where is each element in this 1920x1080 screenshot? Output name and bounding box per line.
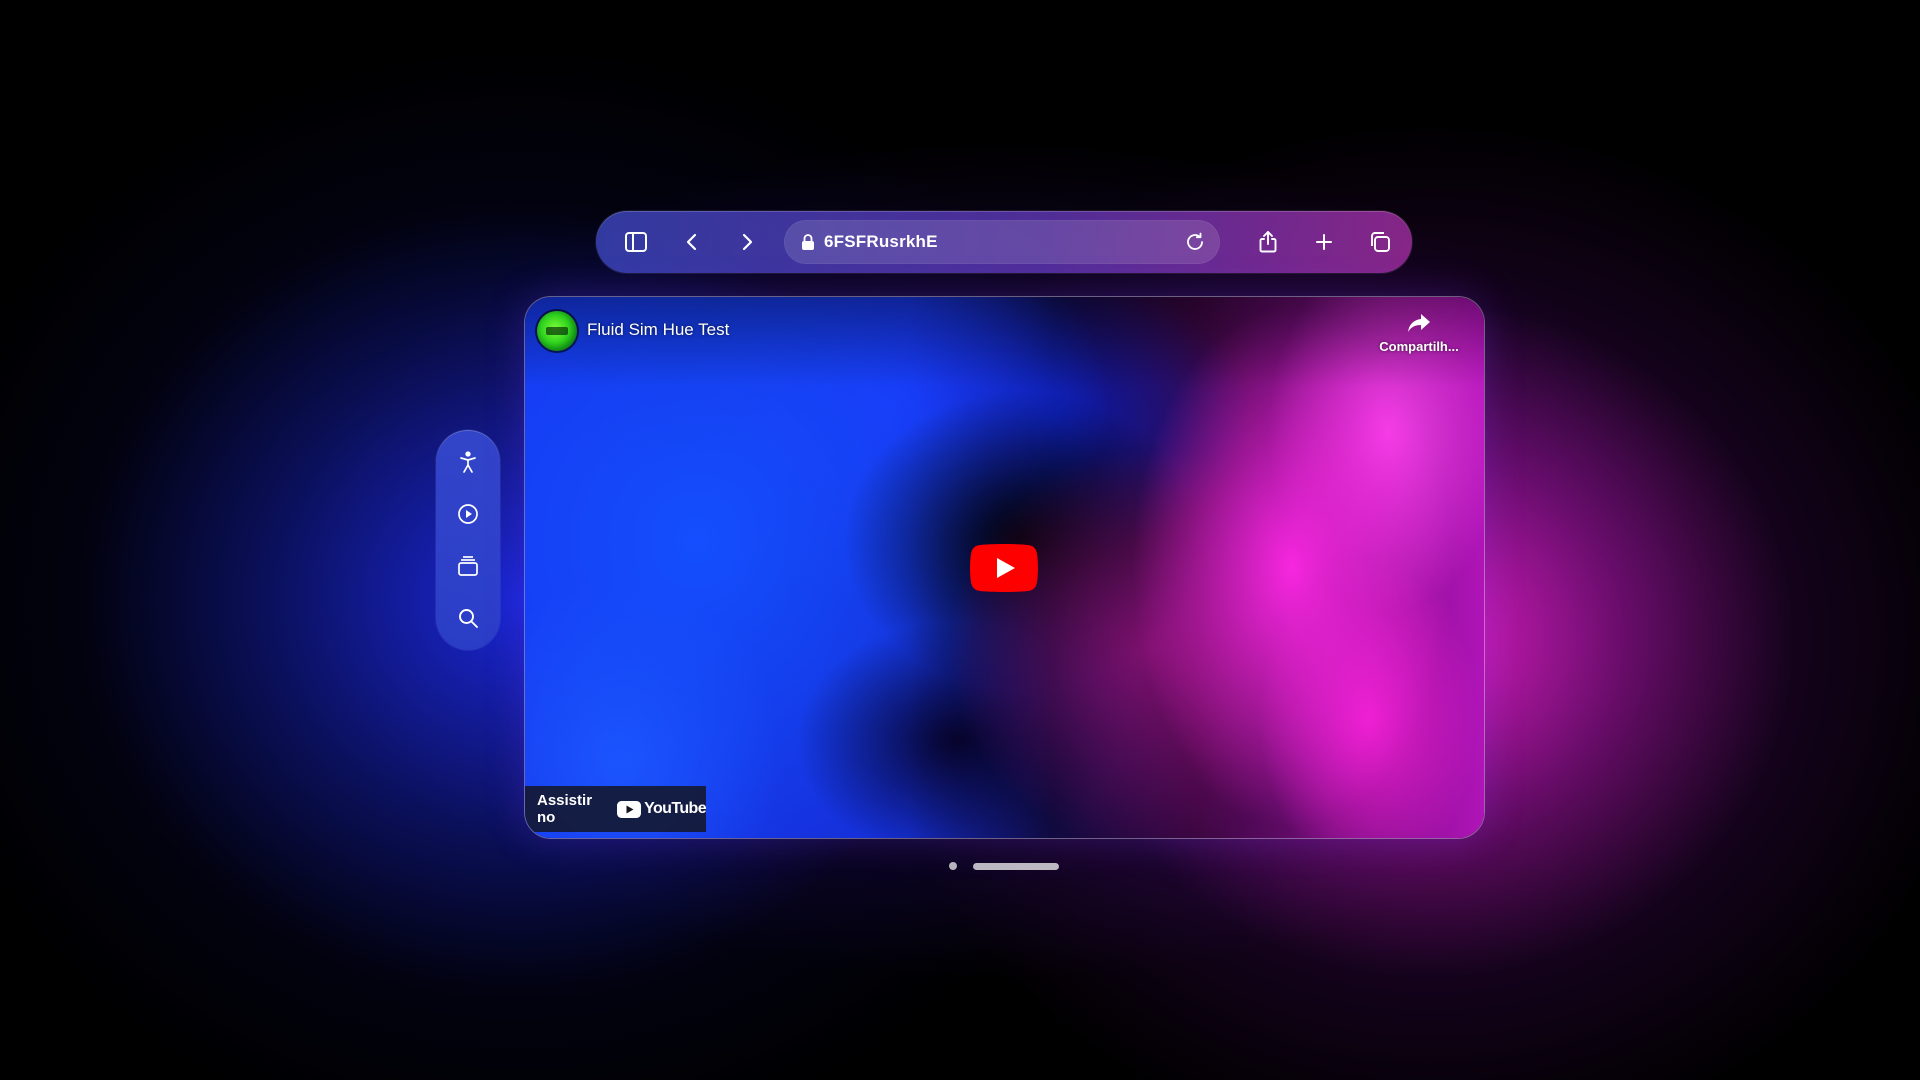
youtube-play-icon [970,544,1038,592]
media-button[interactable] [448,494,488,534]
side-ornament [436,430,500,650]
address-bar[interactable]: 6FSFRusrkhE [784,220,1220,264]
watch-on-label: Assistir no [537,792,593,826]
sidebar-toggle-button[interactable] [616,222,656,262]
search-button[interactable] [448,598,488,638]
environments-button[interactable] [448,546,488,586]
youtube-logo-icon [617,800,642,818]
accessibility-button[interactable] [448,442,488,482]
youtube-logo: YouTube [617,800,707,818]
youtube-logo-text: YouTube [644,800,706,817]
video-header-shade [525,297,1484,387]
share-icon [1259,231,1277,253]
url-text: 6FSFRusrkhE [824,232,938,251]
play-button[interactable] [970,544,1038,592]
window-close-dot[interactable] [949,862,957,870]
share-arrow-icon [1408,314,1430,332]
forward-button[interactable] [727,222,767,262]
back-button[interactable] [672,222,712,262]
video-title[interactable]: Fluid Sim Hue Test [587,320,729,340]
watch-on-youtube-button[interactable]: Assistir no YouTube [525,786,707,832]
sidebar-toggle-icon [625,232,647,252]
video-share-button[interactable]: Compartilh... [1374,311,1464,359]
stack-icon [458,556,478,576]
browser-window: Fluid Sim Hue Test Compartilh... Assisti… [525,297,1484,838]
chevron-right-icon [742,233,753,251]
chevron-left-icon [686,233,697,251]
reload-icon [1187,232,1203,250]
accessibility-icon [460,451,476,473]
tabs-icon [1371,232,1390,252]
video-share-label: Compartilh... [1379,339,1459,354]
browser-toolbar: 6FSFRusrkhE [596,211,1412,273]
channel-avatar[interactable] [537,311,577,351]
play-circle-icon [458,504,478,524]
share-button[interactable] [1248,222,1288,262]
tabs-overview-button[interactable] [1360,222,1400,262]
reload-button[interactable] [1180,227,1210,257]
new-tab-button[interactable] [1304,222,1344,262]
lock-icon [802,234,814,250]
plus-icon [1316,234,1332,250]
window-move-handle[interactable] [973,863,1059,870]
search-icon [459,609,478,628]
